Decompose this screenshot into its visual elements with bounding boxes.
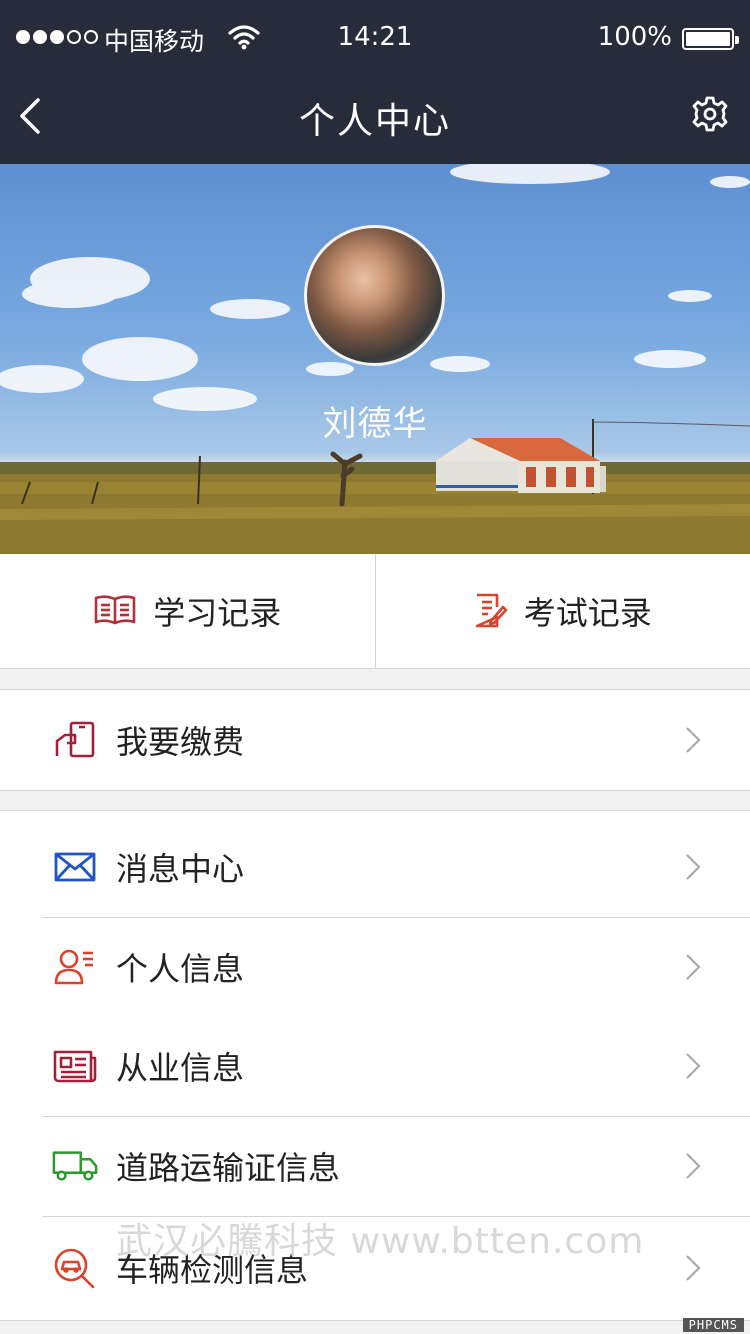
exam-paper-icon xyxy=(475,593,508,628)
car-search-icon xyxy=(54,1248,95,1289)
payment-phone-icon xyxy=(55,721,95,758)
book-icon xyxy=(94,595,136,625)
menu-item-label: 消息中心 xyxy=(116,850,245,888)
user-card-icon xyxy=(54,949,93,985)
study-records-label: 学习记录 xyxy=(153,594,282,632)
menu-item-messages[interactable]: 消息中心 xyxy=(0,817,750,917)
menu-item-employment-info[interactable]: 从业信息 xyxy=(0,1016,750,1116)
truck-icon xyxy=(52,1151,98,1181)
menu-item-transport-permit-info[interactable]: 道路运输证信息 xyxy=(0,1116,750,1216)
menu-item-label: 我要缴费 xyxy=(116,723,245,761)
nav-bar: 个人中心 xyxy=(0,78,750,164)
avatar[interactable] xyxy=(304,225,445,366)
phpcms-badge: PHPCMS xyxy=(682,1318,744,1332)
menu-item-personal-info[interactable]: 个人信息 xyxy=(0,917,750,1017)
watermark-text: 武汉必騰科技 www.btten.com xyxy=(116,1221,645,1262)
envelope-icon xyxy=(54,852,96,882)
chevron-right-icon xyxy=(686,1053,701,1079)
newspaper-icon xyxy=(53,1050,97,1083)
chevron-right-icon xyxy=(686,727,701,753)
exam-records-label: 考试记录 xyxy=(523,594,652,632)
chevron-right-icon xyxy=(686,1153,701,1179)
menu-item-label: 道路运输证信息 xyxy=(116,1149,341,1187)
payment-group: 我要缴费 xyxy=(0,689,750,791)
profile-banner: 刘德华 xyxy=(0,164,750,554)
study-records-button[interactable]: 学习记录 xyxy=(0,554,375,668)
menu-item-label: 个人信息 xyxy=(116,950,245,988)
status-bar: 中国移动 14:21 100% xyxy=(0,0,750,78)
battery-percent: 100% xyxy=(597,22,672,52)
user-name: 刘德华 xyxy=(322,404,428,444)
settings-gear-icon[interactable] xyxy=(690,94,730,134)
battery-icon xyxy=(682,28,739,50)
menu-item-payment[interactable]: 我要缴费 xyxy=(0,690,750,790)
info-group: 从业信息 道路运输证信息 车辆检测信息 xyxy=(0,1010,750,1321)
message-group: 消息中心 个人信息 xyxy=(0,810,750,1018)
chevron-right-icon xyxy=(686,954,701,980)
menu-item-label: 从业信息 xyxy=(116,1049,245,1087)
chevron-right-icon xyxy=(686,854,701,880)
chevron-right-icon xyxy=(686,1255,701,1281)
records-bar: 学习记录 考试记录 xyxy=(0,554,750,669)
page-title: 个人中心 xyxy=(298,101,451,142)
exam-records-button[interactable]: 考试记录 xyxy=(374,554,750,668)
